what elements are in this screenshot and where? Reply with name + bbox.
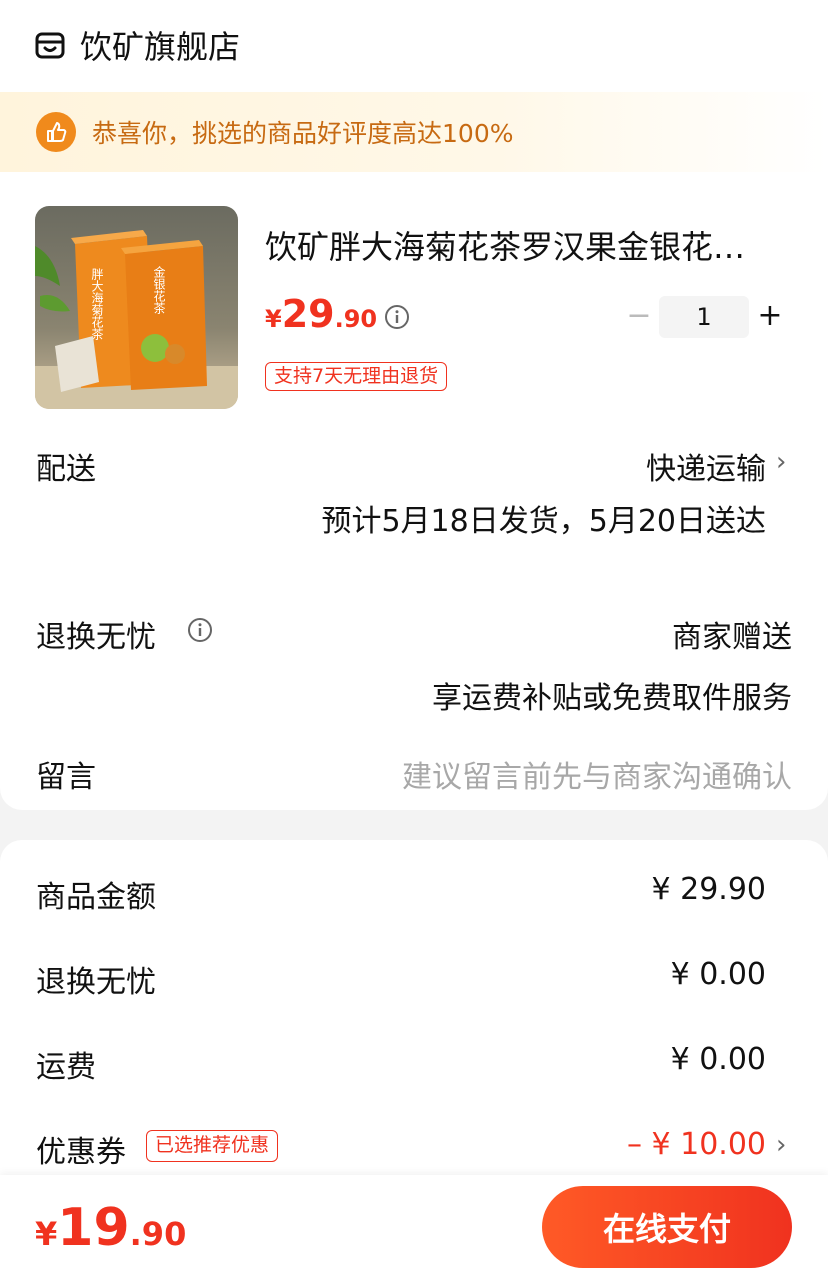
total-price: ¥ 19 .90	[35, 1198, 186, 1258]
chevron-right-icon[interactable]: ›	[776, 447, 786, 477]
return-service-label: 退换无忧	[36, 620, 156, 655]
store-name: 饮矿旗舰店	[80, 28, 241, 66]
return-fee-label: 退换无忧	[36, 965, 156, 1000]
goods-amount-label: 商品金额	[36, 880, 156, 915]
store-header[interactable]: 饮矿旗舰店	[0, 0, 828, 90]
total-decimal: .90	[129, 1215, 187, 1253]
delivery-method[interactable]: 快递运输	[646, 444, 766, 488]
thumbs-up-icon	[36, 112, 76, 152]
price-currency: ¥	[265, 305, 282, 333]
total-integer: 19	[57, 1198, 130, 1258]
info-icon[interactable]	[384, 304, 410, 330]
price-decimal: .90	[334, 305, 378, 333]
price-integer: 29	[281, 292, 335, 336]
return-fee-value: ¥ 0.00	[670, 957, 766, 992]
box-back-text: 金银花茶	[152, 265, 166, 314]
return-policy-badge: 支持7天无理由退货	[265, 362, 448, 391]
pay-online-button[interactable]: 在线支付	[542, 1186, 792, 1268]
total-currency: ¥	[35, 1215, 58, 1253]
product-price: ¥ 29 .90	[265, 292, 377, 342]
promo-banner: 恭喜你，挑选的商品好评度高达100%	[0, 92, 828, 172]
store-icon	[35, 32, 65, 59]
coupon-label: 优惠券	[36, 1135, 126, 1170]
promo-text: 恭喜你，挑选的商品好评度高达100%	[92, 119, 514, 148]
product-image[interactable]: 胖大海菊花茶 金银花茶	[35, 206, 238, 409]
delivery-label: 配送	[36, 452, 96, 487]
quantity-decrease-button[interactable]: −	[625, 296, 653, 336]
coupon-value[interactable]: – ¥ 10.00	[627, 1127, 766, 1162]
shipping-fee-value: ¥ 0.00	[670, 1042, 766, 1077]
shipping-fee-label: 运费	[36, 1050, 96, 1085]
delivery-estimate: 预计5月18日发货，5月20日送达	[321, 504, 766, 539]
quantity-increase-button[interactable]: +	[756, 296, 784, 336]
box-front-text: 胖大海菊花茶	[90, 268, 104, 340]
coupon-badge: 已选推荐优惠	[146, 1130, 279, 1162]
product-title[interactable]: 饮矿胖大海菊花茶罗汉果金银花…	[265, 222, 785, 268]
message-label: 留言	[36, 760, 96, 795]
chevron-right-icon[interactable]: ›	[776, 1130, 786, 1160]
message-input[interactable]: 建议留言前先与商家沟通确认	[402, 752, 792, 796]
return-service-desc: 享运费补贴或免费取件服务	[432, 681, 792, 716]
return-service-value: 商家赠送	[672, 620, 792, 655]
goods-amount-value: ¥ 29.90	[651, 872, 766, 907]
quantity-field[interactable]: 1	[659, 296, 749, 338]
order-card: 饮矿旗舰店 恭喜你，挑选的商品好评度高达100% 胖大海菊花茶 金银花茶 饮矿胖…	[0, 0, 828, 810]
info-icon[interactable]	[187, 617, 213, 643]
